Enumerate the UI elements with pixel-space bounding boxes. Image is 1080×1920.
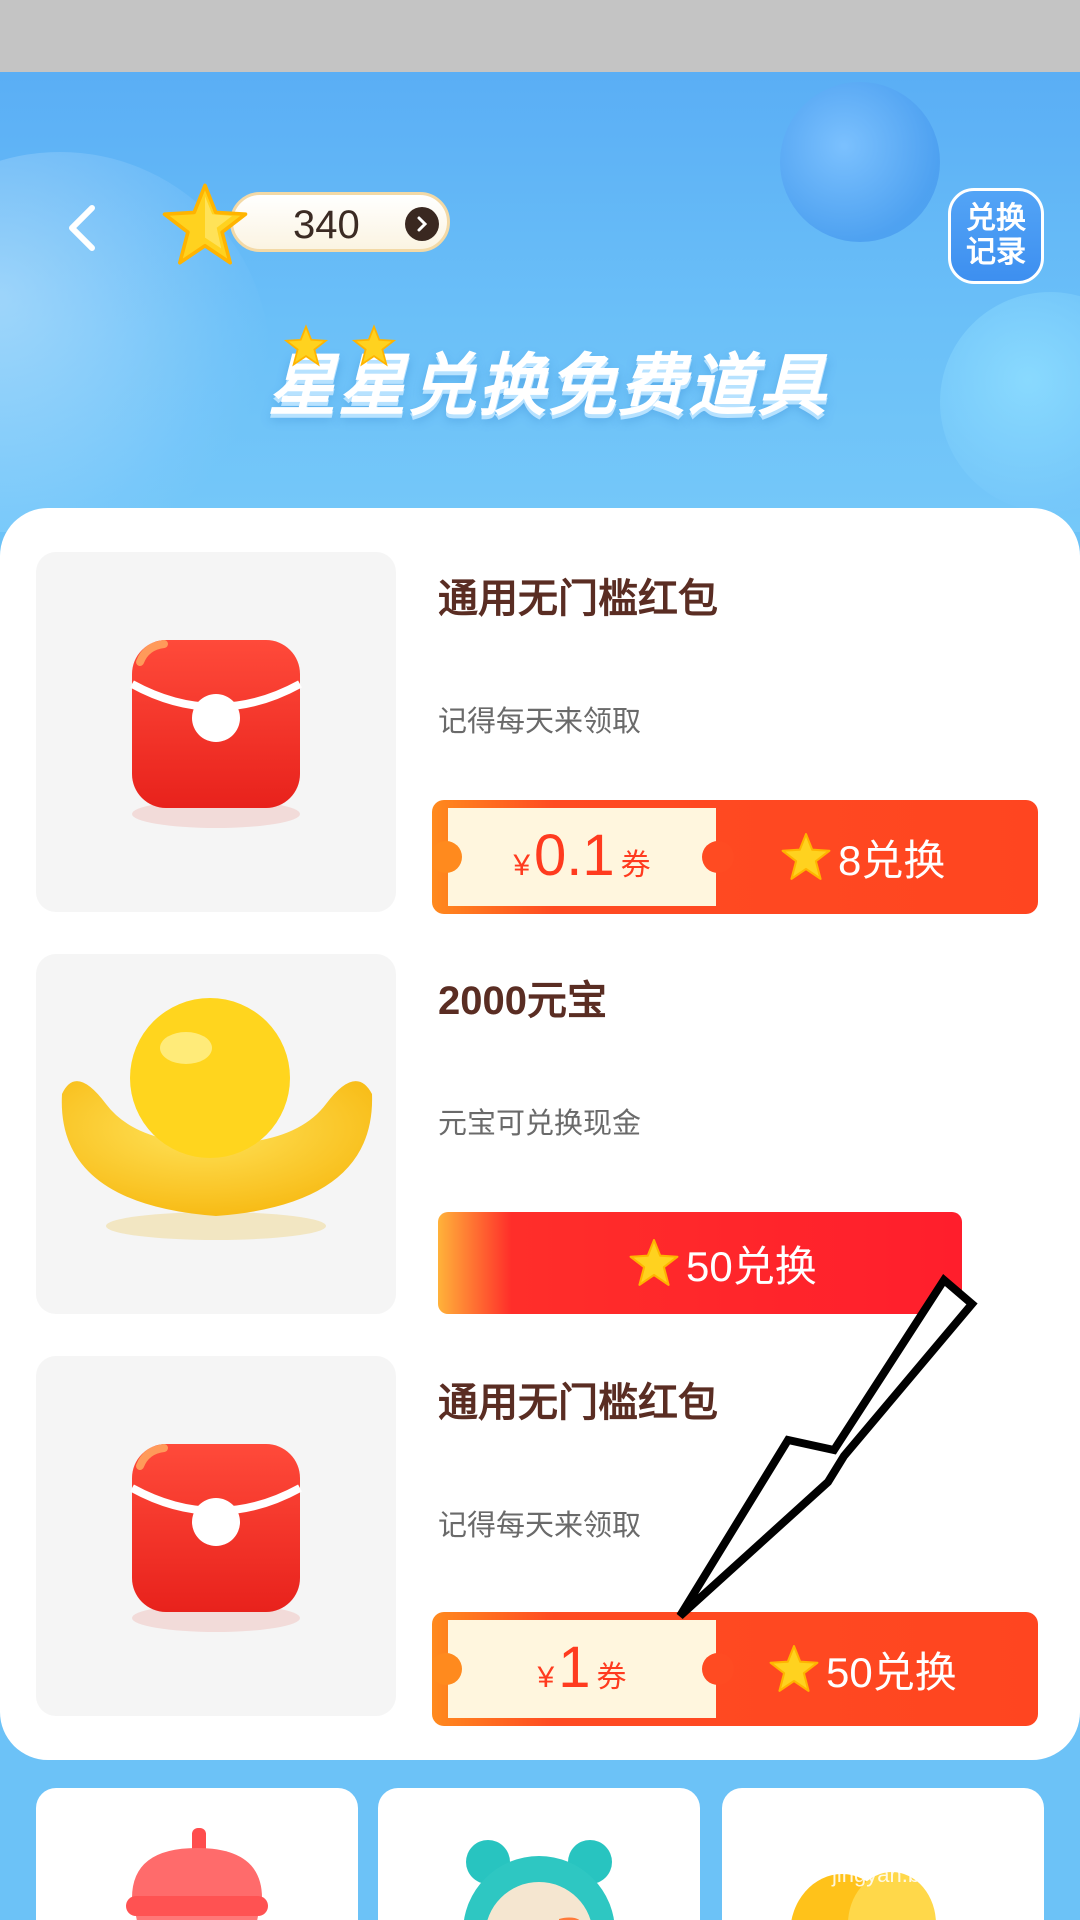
- list-item: 通用无门槛红包 记得每天来领取 ¥ 0.1 券 8兑换: [36, 552, 1046, 914]
- exchange-record-label: 兑换 记录: [966, 202, 1026, 269]
- gold-ingot-icon: [61, 998, 373, 1240]
- star-icon: [162, 183, 248, 265]
- chevron-right-icon: [405, 207, 439, 241]
- watermark-url: jingyan.baidu.com: [832, 1862, 1010, 1887]
- coupon-amount: 1: [558, 1635, 591, 1700]
- star-icon: [769, 1645, 819, 1692]
- coupon-ticket: ¥ 0.1 券: [432, 808, 734, 906]
- list-item: 2000元宝 元宝可兑换现金 50兑换: [36, 954, 1046, 1314]
- decor-bubble: [780, 82, 940, 242]
- prop-tile[interactable]: +3: [378, 1788, 700, 1920]
- exchange-button[interactable]: ¥ 1 券 50兑换: [432, 1612, 1038, 1726]
- hero-banner: [0, 72, 1080, 532]
- svg-text:+3: +3: [516, 1909, 587, 1920]
- star-balance-pill[interactable]: 340: [230, 192, 450, 252]
- coupon-unit: 券: [620, 849, 651, 882]
- decor-bubble: [940, 292, 1080, 512]
- star-balance: 340: [293, 203, 360, 247]
- chevron-left-icon: [69, 205, 95, 251]
- coupon-unit: 券: [596, 1661, 627, 1694]
- coupon-currency: ¥: [513, 849, 531, 882]
- item-title: 通用无门槛红包: [438, 1381, 718, 1425]
- item-subtitle: 记得每天来领取: [438, 1510, 642, 1542]
- exchange-label: 50兑换: [826, 1648, 957, 1696]
- star-icon: [284, 324, 328, 367]
- prop-tile[interactable]: [36, 1788, 358, 1920]
- item-image: [36, 1356, 396, 1716]
- coupon-currency: ¥: [537, 1661, 555, 1694]
- back-button[interactable]: [60, 200, 104, 256]
- exchange-label: 8兑换: [838, 836, 946, 884]
- alarm-clock-icon: +3: [463, 1840, 615, 1920]
- red-envelope-icon: [130, 1444, 302, 1632]
- exchange-button[interactable]: ¥ 0.1 券 8兑换: [432, 800, 1038, 914]
- drink-cup-icon: [126, 1828, 268, 1920]
- status-bar: [0, 0, 1080, 72]
- coupon-amount: 0.1: [534, 823, 615, 888]
- exchange-record-button[interactable]: 兑换 记录: [948, 188, 1044, 284]
- item-subtitle: 元宝可兑换现金: [438, 1108, 642, 1140]
- coupon-ticket: ¥ 1 券: [432, 1620, 734, 1718]
- exchange-label: 50兑换: [686, 1242, 817, 1290]
- item-title: 2000元宝: [438, 979, 607, 1023]
- exchange-button[interactable]: 50兑换: [438, 1212, 962, 1314]
- item-subtitle: 记得每天来领取: [438, 706, 642, 738]
- items-card: 通用无门槛红包 记得每天来领取 ¥ 0.1 券 8兑换 2000元宝 元宝可兑换…: [0, 508, 1080, 1760]
- list-item: 通用无门槛红包 记得每天来领取 ¥ 1 券 50兑换: [36, 1356, 1046, 1726]
- star-icon: [352, 324, 396, 367]
- red-envelope-icon: [130, 640, 302, 828]
- star-icon: [629, 1239, 679, 1286]
- watermark-brand: Baidu经验: [828, 1827, 991, 1865]
- item-title: 通用无门槛红包: [438, 577, 718, 621]
- item-image: [36, 552, 396, 912]
- watermark: Baidu经验 jingyan.baidu.com: [828, 1818, 1058, 1888]
- item-image: [36, 954, 396, 1314]
- star-icon: [781, 833, 831, 880]
